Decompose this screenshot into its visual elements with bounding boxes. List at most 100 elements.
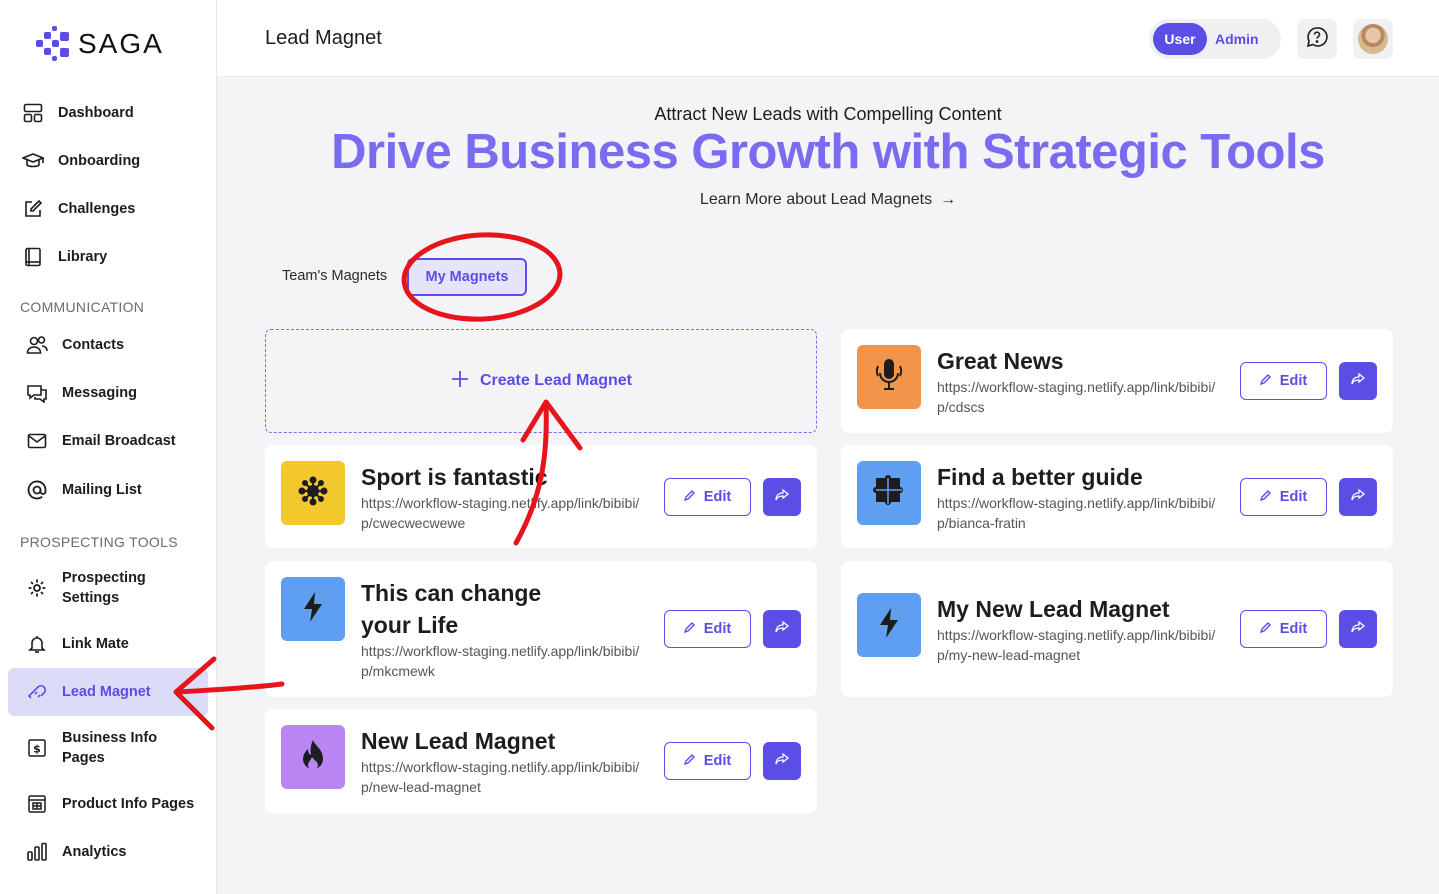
create-lead-magnet-button[interactable]: Create Lead Magnet <box>265 329 817 433</box>
learn-more-link[interactable]: Learn More about Lead Magnets → <box>217 191 1439 209</box>
sidebar-item-challenges[interactable]: Challenges <box>8 185 208 233</box>
logo[interactable]: SAGA <box>34 26 164 62</box>
sidebar: SAGA Dashboard Onboarding Challenges Lib… <box>0 0 217 894</box>
share-button[interactable] <box>1339 610 1377 648</box>
card-title: My New Lead Magnet <box>937 596 1170 622</box>
card-title: This can change your Life <box>361 580 542 638</box>
section-label-communication: COMMUNICATION <box>20 299 145 315</box>
share-button[interactable] <box>763 742 801 780</box>
sidebar-item-label: Library <box>58 249 108 265</box>
role-admin-button[interactable]: Admin <box>1215 31 1259 47</box>
edit-label: Edit <box>703 621 732 637</box>
create-lead-magnet-label: Create Lead Magnet <box>479 372 633 389</box>
at-icon <box>26 479 48 501</box>
sidebar-item-label: Business Info Pages <box>62 730 158 766</box>
sidebar-item-prospecting-settings[interactable]: Prospecting Settings <box>12 564 212 612</box>
share-button[interactable] <box>1339 478 1377 516</box>
card-thumb <box>857 593 921 657</box>
edit-square-icon <box>22 198 44 220</box>
card-thumb <box>857 461 921 525</box>
network-icon <box>295 473 331 514</box>
sidebar-item-analytics[interactable]: Analytics <box>12 828 212 876</box>
sidebar-item-dashboard[interactable]: Dashboard <box>8 89 208 137</box>
pencil-icon <box>1259 621 1272 637</box>
share-button[interactable] <box>1339 362 1377 400</box>
lead-magnet-card: Find a better guide https://workflow-sta… <box>841 445 1393 548</box>
edit-button[interactable]: Edit <box>664 478 751 516</box>
sidebar-item-library[interactable]: Library <box>8 233 208 281</box>
book-icon <box>22 246 44 268</box>
sidebar-item-label: Challenges <box>58 201 136 217</box>
sidebar-item-label: Onboarding <box>58 153 141 169</box>
sidebar-item-business-info-pages[interactable]: $ Business Info Pages <box>12 724 212 772</box>
learn-more-label: Learn More about Lead Magnets <box>699 191 933 208</box>
bar-chart-icon <box>26 841 48 863</box>
role-user-button[interactable]: User <box>1153 23 1207 55</box>
share-arrow-icon <box>775 488 790 506</box>
pencil-icon <box>1259 373 1272 389</box>
gear-icon <box>26 577 48 599</box>
share-button[interactable] <box>763 610 801 648</box>
edit-button[interactable]: Edit <box>664 742 751 780</box>
sidebar-item-contacts[interactable]: Contacts <box>12 321 212 369</box>
sidebar-item-label: Messaging <box>62 385 137 401</box>
sidebar-item-email-broadcast[interactable]: Email Broadcast <box>12 417 212 465</box>
plus-icon <box>450 369 470 394</box>
edit-button[interactable]: Edit <box>1240 610 1327 648</box>
tab-my-magnets[interactable]: My Magnets <box>407 258 527 296</box>
microphone-icon <box>875 358 903 397</box>
card-url[interactable]: https://workflow-staging.netlify.app/lin… <box>361 641 645 681</box>
mail-icon <box>26 430 48 452</box>
lead-magnet-card: Sport is fantastic https://workflow-stag… <box>265 445 817 548</box>
sidebar-item-onboarding[interactable]: Onboarding <box>8 137 208 185</box>
edit-button[interactable]: Edit <box>1240 478 1327 516</box>
lightning-icon <box>877 607 901 644</box>
graduation-cap-icon <box>22 150 44 172</box>
help-chat-icon <box>1305 25 1329 54</box>
share-arrow-icon <box>1351 488 1366 506</box>
card-title: New Lead Magnet <box>361 728 556 754</box>
sidebar-item-label: Mailing List <box>62 482 142 498</box>
sidebar-item-mailing-list[interactable]: Mailing List <box>12 466 212 514</box>
card-url[interactable]: https://workflow-staging.netlify.app/lin… <box>937 377 1221 417</box>
role-toggle[interactable]: User Admin <box>1149 19 1281 59</box>
edit-label: Edit <box>703 753 732 769</box>
sidebar-item-lead-magnet[interactable]: Lead Magnet <box>8 668 208 716</box>
pencil-icon <box>683 753 696 769</box>
pencil-icon <box>683 489 696 505</box>
sidebar-item-label: Email Broadcast <box>62 433 176 449</box>
edit-button[interactable]: Edit <box>1240 362 1327 400</box>
card-url[interactable]: https://workflow-staging.netlify.app/lin… <box>937 493 1221 533</box>
card-title: Sport is fantastic <box>361 464 548 490</box>
saga-logo-icon <box>34 26 70 62</box>
help-button[interactable] <box>1297 19 1337 59</box>
sidebar-item-link-mate[interactable]: Link Mate <box>12 620 212 668</box>
edit-label: Edit <box>1279 621 1308 637</box>
card-thumb <box>281 461 345 525</box>
svg-text:$: $ <box>33 743 41 756</box>
tab-teams-magnets[interactable]: Team's Magnets <box>282 268 387 284</box>
lead-magnet-card: This can change your Life https://workfl… <box>265 561 817 697</box>
sidebar-item-messaging[interactable]: Messaging <box>12 369 212 417</box>
puzzle-icon <box>873 474 905 512</box>
card-url[interactable]: https://workflow-staging.netlify.app/lin… <box>361 493 645 533</box>
bell-icon <box>26 633 48 655</box>
sidebar-item-product-info-pages[interactable]: Product Info Pages <box>12 780 212 828</box>
edit-label: Edit <box>703 489 732 505</box>
sidebar-item-label: Prospecting Settings <box>62 570 146 606</box>
lead-magnet-card: My New Lead Magnet https://workflow-stag… <box>841 561 1393 697</box>
card-thumb <box>281 725 345 789</box>
hero-kicker: Attract New Leads with Compelling Conten… <box>654 104 1002 124</box>
card-url[interactable]: https://workflow-staging.netlify.app/lin… <box>361 757 645 797</box>
hero-title: Drive Business Growth with Strategic Too… <box>331 125 1325 179</box>
card-title: Great News <box>937 348 1064 374</box>
sidebar-item-label: Lead Magnet <box>62 684 151 700</box>
share-button[interactable] <box>763 478 801 516</box>
lead-magnet-card: New Lead Magnet https://workflow-staging… <box>265 709 817 813</box>
magnet-icon <box>26 681 48 703</box>
arrow-right-icon: → <box>940 191 957 208</box>
edit-button[interactable]: Edit <box>664 610 751 648</box>
chat-icon <box>26 382 48 404</box>
avatar[interactable] <box>1353 19 1393 59</box>
card-url[interactable]: https://workflow-staging.netlify.app/lin… <box>937 625 1221 665</box>
